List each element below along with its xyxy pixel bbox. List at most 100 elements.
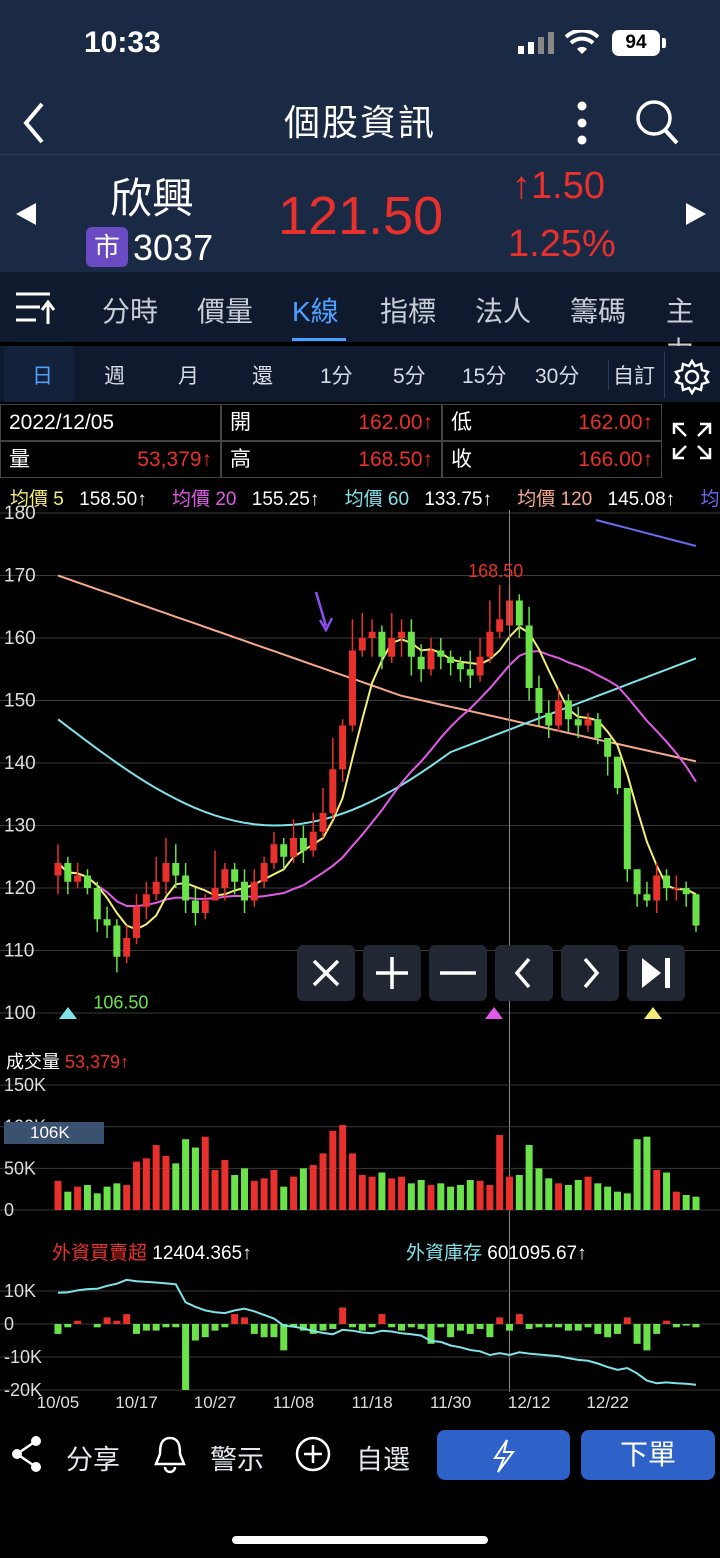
period-bar: 日 週 月 還 1分 5分 15分 30分 自訂	[0, 346, 720, 402]
quick-order-button[interactable]	[437, 1430, 570, 1480]
period-1min[interactable]: 1分	[320, 360, 353, 390]
high-value: 168.50↑	[358, 448, 433, 471]
candle-body	[133, 906, 141, 938]
candle-body	[348, 650, 356, 726]
tab-indicators[interactable]: 指標	[380, 290, 436, 330]
tab-chips[interactable]: 籌碼	[570, 290, 626, 330]
foreign-bar	[584, 1324, 592, 1328]
candle-body	[584, 719, 592, 726]
scroll-left-button[interactable]	[495, 945, 553, 1001]
expand-icon[interactable]	[666, 404, 718, 478]
foreign-bar	[368, 1324, 376, 1328]
candle-body	[555, 700, 563, 726]
foreign-bar	[221, 1324, 229, 1328]
candle-body	[692, 894, 700, 926]
scroll-right-button[interactable]	[561, 945, 619, 1001]
volume-bar	[162, 1155, 170, 1210]
volume-bar	[123, 1185, 131, 1210]
candle-body	[182, 875, 190, 901]
annotation-arrow-icon	[314, 591, 334, 633]
alert-button[interactable]: 警示	[210, 1438, 264, 1477]
volume-bar	[113, 1183, 121, 1210]
volume-bar	[339, 1125, 347, 1210]
search-icon[interactable]	[634, 96, 680, 146]
zoom-out-button[interactable]	[429, 945, 487, 1001]
open-label: 開	[230, 411, 251, 434]
minus-icon	[440, 971, 476, 975]
foreign-buy-sell-legend: 外資買賣超 12404.365↑	[52, 1238, 252, 1265]
sort-menu-icon[interactable]	[14, 290, 56, 326]
foreign-bar	[496, 1317, 504, 1324]
foreign-bar	[378, 1314, 386, 1324]
previous-stock-icon[interactable]	[14, 203, 38, 225]
volume-legend: 成交量 53,379↑	[6, 1048, 129, 1074]
volume-value: 53,379↑	[137, 448, 212, 471]
foreign-bar	[319, 1324, 327, 1331]
next-stock-icon[interactable]	[684, 203, 708, 225]
foreign-bar	[574, 1324, 582, 1331]
price-axis-label: 140	[4, 753, 36, 774]
share-icon[interactable]	[10, 1434, 44, 1474]
volume-bar	[329, 1130, 337, 1210]
settings-button[interactable]	[664, 352, 720, 398]
period-30min[interactable]: 30分	[535, 360, 579, 390]
tab-institutional[interactable]: 法人	[475, 290, 531, 330]
foreign-bar	[211, 1324, 219, 1331]
close-chart-button[interactable]	[297, 945, 355, 1001]
volume-bar	[74, 1186, 82, 1210]
foreign-bar	[417, 1324, 425, 1329]
ohlc-low: 低 162.00↑	[442, 404, 662, 441]
zoom-in-button[interactable]	[363, 945, 421, 1001]
status-time: 10:33	[84, 26, 161, 59]
candle-body	[221, 869, 229, 888]
volume-bar	[221, 1160, 229, 1210]
volume-bar	[64, 1191, 72, 1210]
candle-body	[613, 756, 621, 788]
price-axis-label: 160	[4, 628, 36, 649]
period-month[interactable]: 月	[178, 360, 199, 390]
price-axis-label: 130	[4, 816, 36, 837]
quote-header: 欣興 市 3037 121.50 ↑1.50 1.25%	[0, 154, 720, 272]
page-title: 個股資訊	[283, 102, 436, 143]
foreign-bar	[172, 1324, 180, 1328]
volume-bar	[437, 1183, 445, 1210]
foreign-bar	[506, 1324, 514, 1331]
tab-kline[interactable]: K線	[292, 290, 339, 330]
add-circle-icon[interactable]	[294, 1434, 332, 1474]
price-axis-label: 180	[4, 505, 36, 524]
candle-body	[299, 838, 307, 851]
place-order-button[interactable]: 下單	[581, 1430, 715, 1480]
ohlc-panel: 2022/12/05 開 162.00↑ 低 162.00↑ 量 53,379↑ 高 1…	[0, 404, 662, 478]
tab-time-share[interactable]: 分時	[102, 290, 158, 330]
candle-body	[93, 888, 101, 920]
candle-body	[231, 869, 239, 882]
tab-price-volume[interactable]: 價量	[197, 290, 253, 330]
more-options-icon[interactable]	[570, 96, 594, 146]
period-week[interactable]: 週	[104, 360, 125, 390]
low-value: 162.00↑	[578, 411, 653, 434]
period-15min[interactable]: 15分	[462, 360, 506, 390]
period-day[interactable]: 日	[32, 360, 53, 390]
volume-bar	[604, 1186, 612, 1210]
scroll-to-latest-button[interactable]	[627, 945, 685, 1001]
x-axis-date-label: 10/05	[37, 1393, 80, 1412]
volume-bar	[93, 1193, 101, 1210]
period-adjusted[interactable]: 還	[252, 360, 273, 390]
foreign-bar	[692, 1324, 700, 1328]
volume-axis-label: 0	[4, 1200, 14, 1220]
candle-body	[378, 631, 386, 657]
bell-icon[interactable]	[152, 1434, 188, 1474]
battery-nub	[662, 38, 666, 48]
share-button[interactable]: 分享	[66, 1438, 120, 1477]
market-badge: 市	[86, 227, 128, 267]
foreign-bar	[191, 1324, 199, 1341]
watchlist-button[interactable]: 自選	[356, 1438, 410, 1477]
price-axis-label: 150	[4, 691, 36, 712]
volume-bar	[663, 1172, 671, 1210]
volume-label: 量	[9, 448, 30, 471]
candle-body	[83, 875, 91, 888]
volume-bar	[555, 1183, 563, 1210]
period-5min[interactable]: 5分	[393, 360, 426, 390]
foreign-bar	[476, 1324, 484, 1329]
period-custom[interactable]: 自訂	[608, 360, 655, 390]
